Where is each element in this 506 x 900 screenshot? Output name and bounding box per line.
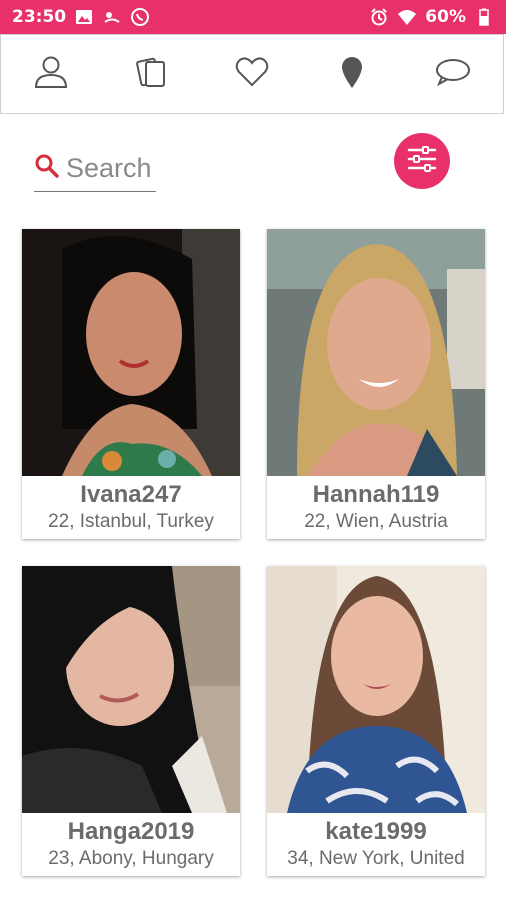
search-bar[interactable] <box>34 145 156 192</box>
profile-card[interactable]: Ivana247 22, Istanbul, Turkey <box>22 229 240 539</box>
profile-card[interactable]: kate1999 34, New York, United <box>267 566 485 876</box>
heart-icon <box>233 53 271 96</box>
profile-details: 22, Istanbul, Turkey <box>48 511 214 532</box>
profile-name: Ivana247 <box>80 481 182 508</box>
nav-likes[interactable] <box>227 49 277 99</box>
alarm-icon <box>369 7 389 27</box>
filter-button[interactable] <box>394 133 450 189</box>
weather-icon <box>102 7 122 27</box>
whatsapp-icon <box>130 7 150 27</box>
nav-nearby[interactable] <box>327 49 377 99</box>
profile-card[interactable]: Hanga2019 23, Abony, Hungary <box>22 566 240 876</box>
profile-details: 34, New York, United <box>287 848 465 869</box>
profile-card[interactable]: Hannah119 22, Wien, Austria <box>267 229 485 539</box>
wifi-icon <box>397 7 417 27</box>
profile-icon <box>32 53 70 96</box>
profile-photo <box>22 566 240 813</box>
chat-icon <box>434 53 472 96</box>
search-input[interactable] <box>66 152 156 184</box>
image-icon <box>74 7 94 27</box>
status-time: 23:50 <box>12 7 67 27</box>
profile-name: kate1999 <box>325 818 427 845</box>
nav-cards[interactable] <box>127 49 177 99</box>
profile-photo <box>267 229 485 476</box>
search-icon <box>34 153 60 184</box>
profile-photo <box>267 566 485 813</box>
battery-percent: 60% <box>425 7 466 27</box>
location-icon <box>333 53 371 96</box>
profile-name: Hannah119 <box>312 481 440 508</box>
status-bar-left: 23:50 <box>12 7 150 27</box>
status-bar: 23:50 60% <box>0 0 506 34</box>
profile-details: 22, Wien, Austria <box>304 511 448 532</box>
cards-icon <box>133 53 171 96</box>
filter-sliders-icon <box>405 142 439 181</box>
status-bar-right: 60% <box>369 7 494 27</box>
profile-photo <box>22 229 240 476</box>
top-nav <box>0 34 504 114</box>
profile-name: Hanga2019 <box>67 818 195 845</box>
profile-details: 23, Abony, Hungary <box>48 848 214 869</box>
nav-profile[interactable] <box>26 49 76 99</box>
battery-icon <box>474 7 494 27</box>
nav-messages[interactable] <box>428 49 478 99</box>
